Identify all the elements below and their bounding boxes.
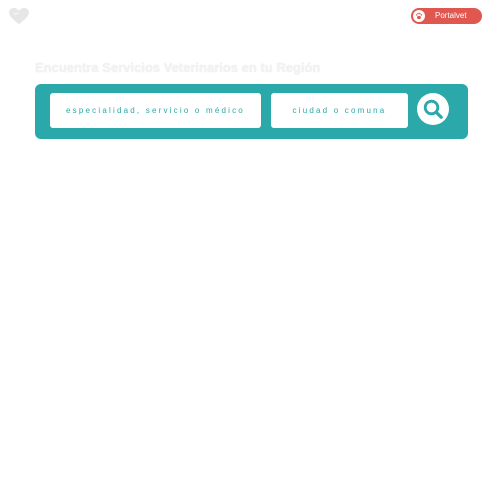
city-search-input[interactable] xyxy=(271,93,408,128)
paw-icon xyxy=(413,10,425,22)
heart-logo-icon[interactable] xyxy=(8,7,30,25)
search-bar xyxy=(35,84,468,139)
portalvet-button-label: Portalvet xyxy=(435,11,467,20)
page: Portalvet Encuentra Servicios Veterinari… xyxy=(0,0,500,500)
specialty-search-input[interactable] xyxy=(50,93,261,128)
search-button[interactable] xyxy=(417,93,449,125)
search-icon xyxy=(423,99,443,119)
page-title: Encuentra Servicios Veterinarios en tu R… xyxy=(35,60,321,75)
portalvet-button[interactable]: Portalvet xyxy=(411,8,482,24)
